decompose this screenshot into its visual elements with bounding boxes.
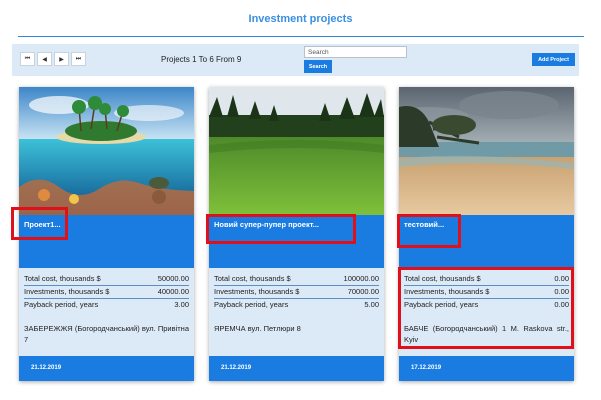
next-page-button[interactable]: ▶ bbox=[54, 52, 69, 66]
stat-label: Total cost, thousands $ bbox=[24, 274, 101, 283]
last-page-button[interactable]: ⏭ bbox=[71, 52, 86, 66]
stat-value: 3.00 bbox=[174, 300, 189, 309]
toolbar: ⏮ ◀ ▶ ⏭ Projects 1 To 6 From 9 Search Ad… bbox=[12, 44, 579, 76]
stat-label: Total cost, thousands $ bbox=[404, 274, 481, 283]
card-address: ЯРЕМЧА вул. Петлюри 8 bbox=[214, 324, 301, 333]
first-page-button[interactable]: ⏮ bbox=[20, 52, 35, 66]
stat-value: 0.00 bbox=[554, 287, 569, 296]
card-title[interactable]: тестовий... bbox=[404, 220, 444, 229]
stat-investments: Investments, thousands $ 0.00 bbox=[404, 286, 569, 299]
stat-value: 5.00 bbox=[364, 300, 379, 309]
card-address: БАБЧЕ (Богородчанський) 1 M. Raskova str… bbox=[404, 324, 569, 344]
title-divider bbox=[18, 36, 584, 37]
card-footer: 21.12.2019 bbox=[19, 356, 194, 381]
card-date: 17.12.2019 bbox=[411, 365, 442, 371]
stat-value: 100000.00 bbox=[343, 274, 379, 283]
tropical-island-icon bbox=[19, 87, 194, 215]
project-card[interactable]: тестовий... Total cost, thousands $ 0.00… bbox=[399, 87, 574, 381]
stat-total-cost: Total cost, thousands $ 50000.00 bbox=[24, 273, 189, 286]
card-date: 21.12.2019 bbox=[221, 365, 252, 371]
stat-payback: Payback period, years 3.00 bbox=[24, 299, 189, 312]
golf-field-icon bbox=[209, 87, 384, 215]
stat-value: 0.00 bbox=[554, 274, 569, 283]
stat-value: 0.00 bbox=[554, 300, 569, 309]
stat-value: 70000.00 bbox=[347, 287, 379, 296]
stat-label: Investments, thousands $ bbox=[214, 287, 300, 296]
stat-label: Payback period, years bbox=[404, 300, 479, 309]
project-card[interactable]: Проект1... Total cost, thousands $ 50000… bbox=[19, 87, 194, 381]
stat-total-cost: Total cost, thousands $ 0.00 bbox=[404, 273, 569, 286]
beach-icon bbox=[399, 87, 574, 215]
stat-investments: Investments, thousands $ 70000.00 bbox=[214, 286, 379, 299]
stat-payback: Payback period, years 0.00 bbox=[404, 299, 569, 312]
search-button[interactable]: Search bbox=[304, 60, 332, 73]
card-footer: 21.12.2019 bbox=[209, 356, 384, 381]
card-title[interactable]: Новий супер-пупер проект... bbox=[214, 220, 319, 229]
stat-value: 50000.00 bbox=[157, 274, 189, 283]
stat-payback: Payback period, years 5.00 bbox=[214, 299, 379, 312]
stat-investments: Investments, thousands $ 40000.00 bbox=[24, 286, 189, 299]
card-date: 21.12.2019 bbox=[31, 365, 62, 371]
pager: ⏮ ◀ ▶ ⏭ bbox=[20, 52, 86, 66]
stat-total-cost: Total cost, thousands $ 100000.00 bbox=[214, 273, 379, 286]
pager-status: Projects 1 To 6 From 9 bbox=[161, 55, 242, 64]
stat-label: Investments, thousands $ bbox=[24, 287, 110, 296]
card-stats: Total cost, thousands $ 0.00 Investments… bbox=[404, 273, 569, 312]
stat-label: Investments, thousands $ bbox=[404, 287, 490, 296]
project-card[interactable]: Новий супер-пупер проект... Total cost, … bbox=[209, 87, 384, 381]
stat-label: Total cost, thousands $ bbox=[214, 274, 291, 283]
prev-page-button[interactable]: ◀ bbox=[37, 52, 52, 66]
stat-label: Payback period, years bbox=[214, 300, 289, 309]
card-footer: 17.12.2019 bbox=[399, 356, 574, 381]
card-stats: Total cost, thousands $ 100000.00 Invest… bbox=[214, 273, 379, 312]
stat-value: 40000.00 bbox=[157, 287, 189, 296]
add-project-button[interactable]: Add Project bbox=[532, 53, 575, 66]
card-address: ЗАБЕРЕЖЖЯ (Богородчанський) вул. Привітн… bbox=[24, 324, 189, 344]
search-input[interactable] bbox=[304, 46, 407, 58]
page-title: Investment projects bbox=[248, 13, 353, 25]
stat-label: Payback period, years bbox=[24, 300, 99, 309]
card-title[interactable]: Проект1... bbox=[24, 220, 61, 229]
card-stats: Total cost, thousands $ 50000.00 Investm… bbox=[24, 273, 189, 312]
